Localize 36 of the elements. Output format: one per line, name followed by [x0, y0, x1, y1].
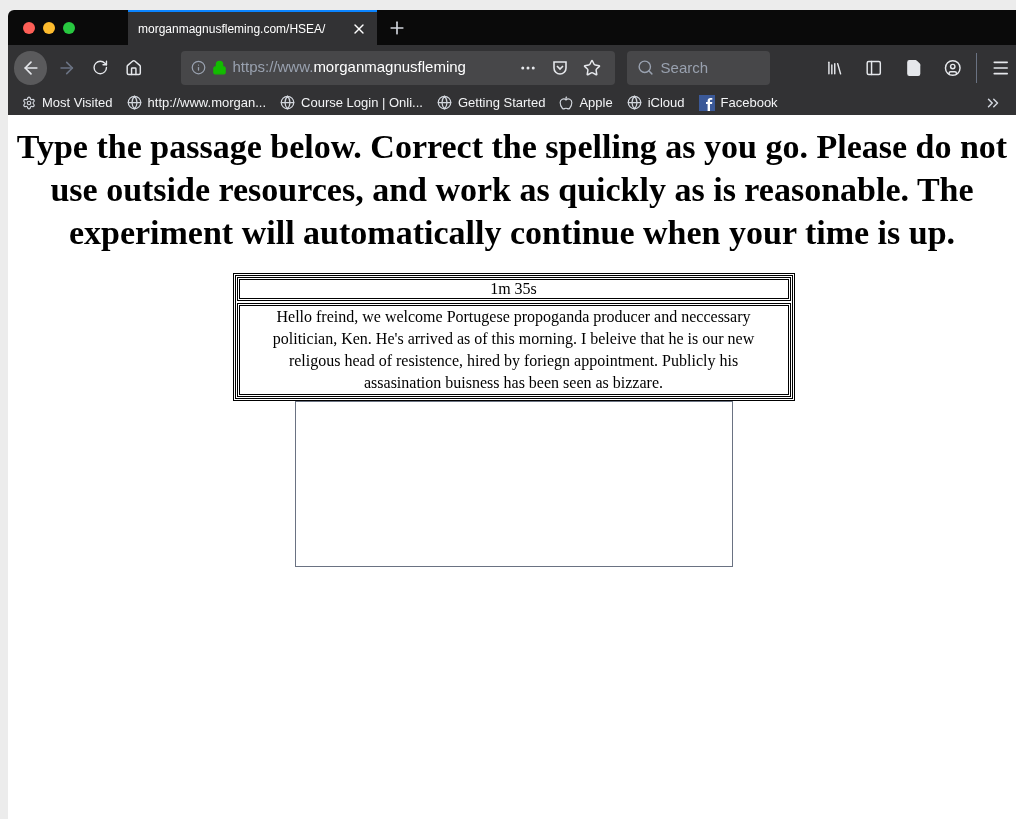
tab-title: morganmagnusfleming.com/HSEA/: [138, 20, 327, 38]
bookmark-item[interactable]: Facebook: [720, 92, 778, 113]
sidebar-icon[interactable]: [865, 58, 883, 77]
close-window-button[interactable]: [23, 21, 35, 34]
lock-icon: [211, 60, 227, 75]
home-icon[interactable]: [125, 58, 143, 77]
maximize-window-button[interactable]: [63, 21, 75, 34]
account-icon[interactable]: [944, 58, 962, 77]
search-field[interactable]: Search: [626, 50, 770, 85]
minimize-window-button[interactable]: [43, 21, 55, 34]
bookmark-item[interactable]: Apple: [579, 92, 613, 113]
bookmark-item[interactable]: Getting Started: [457, 92, 546, 113]
url-text: https://www.morganmagnusfleming: [232, 57, 467, 78]
page-icon[interactable]: [904, 58, 923, 77]
bookmark-item[interactable]: Course Login | Onli...: [301, 92, 423, 113]
bookmark-star-icon[interactable]: [582, 58, 601, 77]
gear-icon: [22, 95, 36, 110]
browser-tab[interactable]: morganmagnusfleming.com/HSEA/: [128, 10, 377, 45]
address-bar[interactable]: https://www.morganmagnusfleming: [180, 50, 615, 85]
reload-icon[interactable]: [92, 59, 109, 76]
timer-cell: 1m 35s: [236, 277, 791, 301]
instructions-heading: Type the passage below. Correct the spelling as you go. Please do not use outside resources, and work as quickly as is reasonable. The experiment will automatically continue when your time is up.: [15, 127, 1009, 253]
apple-icon: [559, 95, 574, 110]
bookmark-item[interactable]: iCloud: [647, 92, 685, 113]
globe-icon: [626, 95, 642, 110]
bookmark-item[interactable]: http://www.morgan...: [147, 92, 267, 113]
search-icon: [636, 58, 654, 76]
bookmark-item[interactable]: Most Visited: [42, 92, 113, 113]
info-icon: [190, 60, 206, 75]
passage-cell: Hello freind, we welcome Portugese propoganda producer and neccessary politician, Ken. He's arrived as of this morning. I beleive that he is our new religous head of resistence, hired by foriegn appointment. Publicly his assasination buisness has been seen as bizzare.: [236, 303, 791, 397]
back-button[interactable]: [14, 50, 48, 85]
globe-icon: [436, 95, 452, 110]
globe-icon: [126, 95, 142, 110]
pocket-icon[interactable]: [550, 58, 569, 77]
globe-icon: [280, 95, 296, 110]
facebook-icon: [698, 94, 715, 111]
